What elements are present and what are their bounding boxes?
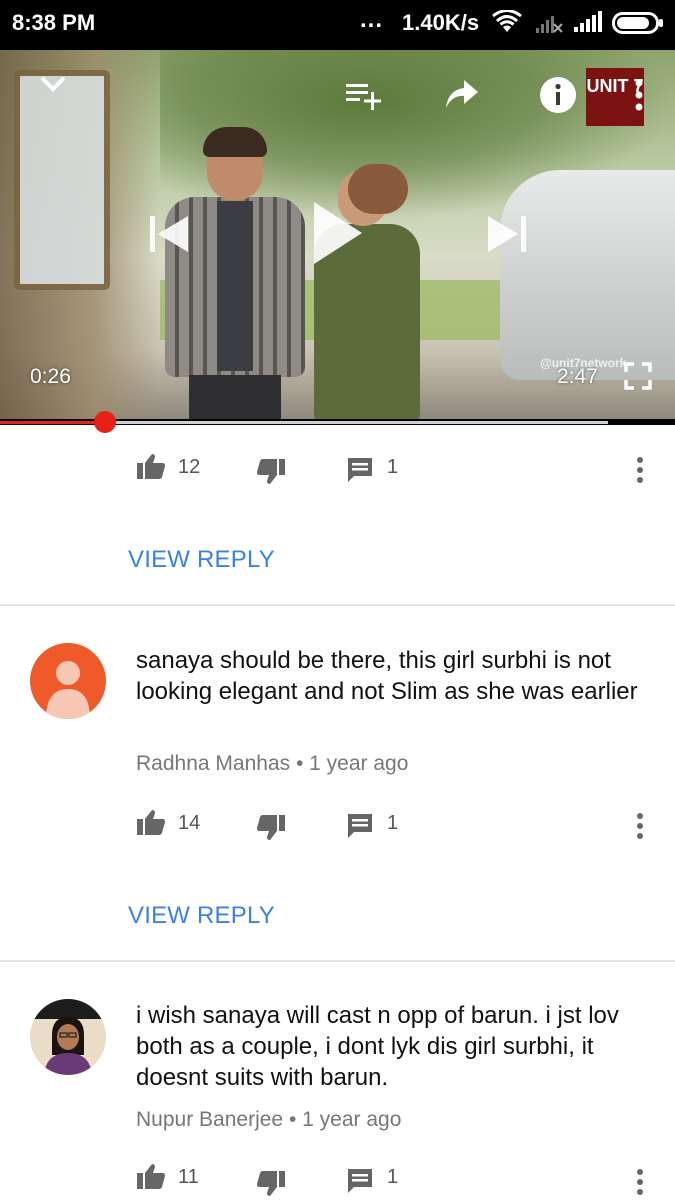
play-icon[interactable] [312, 200, 364, 266]
comment-menu-icon[interactable] [634, 456, 646, 484]
like-count: 11 [178, 1166, 199, 1188]
seek-played [0, 421, 106, 424]
reply-icon[interactable] [346, 1167, 374, 1195]
comment-age: 1 year ago [309, 752, 409, 775]
avatar[interactable] [30, 999, 106, 1075]
meta-separator: • [288, 1108, 297, 1131]
meta-separator: • [295, 752, 304, 775]
current-time: 0:26 [30, 365, 71, 388]
avatar[interactable] [30, 643, 106, 719]
view-reply-button[interactable]: VIEW REPLY [128, 546, 275, 574]
like-count: 12 [178, 456, 201, 478]
network-speed: 1.40K/s [402, 10, 480, 35]
reply-count: 1 [387, 812, 399, 834]
signal-icon [574, 11, 602, 32]
dislike-icon[interactable] [256, 458, 286, 486]
comment-actions: 12 1 [0, 448, 675, 488]
duration: 2:47 [557, 365, 598, 388]
comment-meta: Nupur Banerjee • 1 year ago [136, 1108, 401, 1132]
scene-mirror [14, 70, 110, 290]
battery-icon [612, 12, 663, 34]
comment-text: i wish sanaya will cast n opp of barun. … [136, 1002, 619, 1091]
next-icon[interactable] [486, 214, 528, 254]
comment-age: 1 year ago [302, 1108, 402, 1131]
status-bar: 8:38 PM ... 1.40K/s [0, 0, 675, 50]
share-icon[interactable] [444, 78, 480, 110]
comment-text: sanaya should be there, this girl surbhi… [136, 647, 638, 705]
divider [0, 960, 675, 962]
user-photo-avatar [30, 999, 106, 1075]
signal-none-icon [536, 16, 563, 33]
chevron-down-icon[interactable] [38, 72, 68, 96]
fullscreen-icon[interactable] [624, 362, 652, 390]
dislike-icon[interactable] [256, 814, 286, 842]
wifi-icon [492, 10, 522, 32]
divider [0, 604, 675, 606]
like-icon[interactable] [136, 1162, 166, 1190]
scene-car [500, 170, 675, 380]
seek-handle[interactable] [94, 411, 117, 433]
like-icon[interactable] [136, 452, 166, 480]
reply-count: 1 [387, 456, 399, 478]
status-time: 8:38 PM [12, 10, 96, 35]
reply-icon[interactable] [346, 812, 374, 840]
comment-author[interactable]: Nupur Banerjee [136, 1108, 283, 1131]
reply-icon[interactable] [346, 456, 374, 484]
more-vert-icon[interactable] [632, 78, 646, 112]
comment-actions: 11 1 [0, 1158, 675, 1198]
previous-icon[interactable] [148, 214, 190, 254]
default-avatar-icon [46, 661, 90, 719]
reply-count: 1 [387, 1166, 399, 1188]
comment-actions: 14 1 [0, 804, 675, 844]
dislike-icon[interactable] [256, 1170, 286, 1198]
info-icon[interactable] [539, 76, 577, 114]
comment-menu-icon[interactable] [634, 812, 646, 840]
comment-menu-icon[interactable] [634, 1168, 646, 1196]
comment-meta: Radhna Manhas • 1 year ago [136, 752, 408, 776]
status-more-dots: ... [360, 6, 384, 33]
like-count: 14 [178, 812, 201, 834]
like-icon[interactable] [136, 808, 166, 836]
comment-author[interactable]: Radhna Manhas [136, 752, 290, 775]
video-player[interactable]: UNIT 7 @unit7network 0:26 2:47 [0, 50, 675, 425]
view-reply-button[interactable]: VIEW REPLY [128, 902, 275, 930]
seek-bar[interactable] [0, 411, 675, 433]
scene-man [165, 127, 305, 425]
add-to-playlist-icon[interactable] [344, 80, 384, 112]
